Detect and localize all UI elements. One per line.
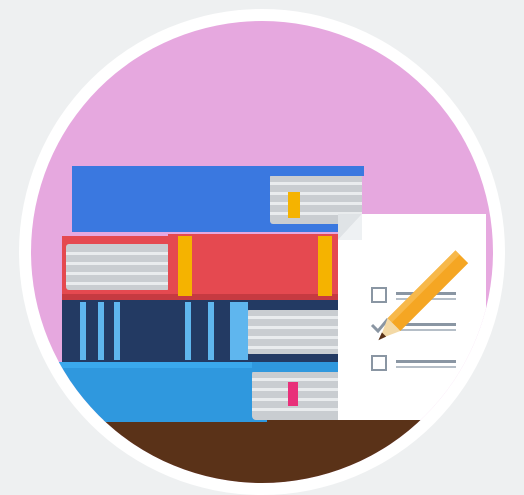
bookmark-yellow-right (318, 236, 332, 296)
illustration-stage (0, 0, 524, 495)
book-top (72, 166, 364, 232)
book-red (62, 234, 344, 300)
book-navy (62, 300, 360, 362)
book-bottom (55, 362, 366, 422)
bookmark-yellow-left (178, 236, 192, 296)
books-checklist-icon (19, 9, 505, 495)
bookmark-pink (288, 382, 298, 406)
